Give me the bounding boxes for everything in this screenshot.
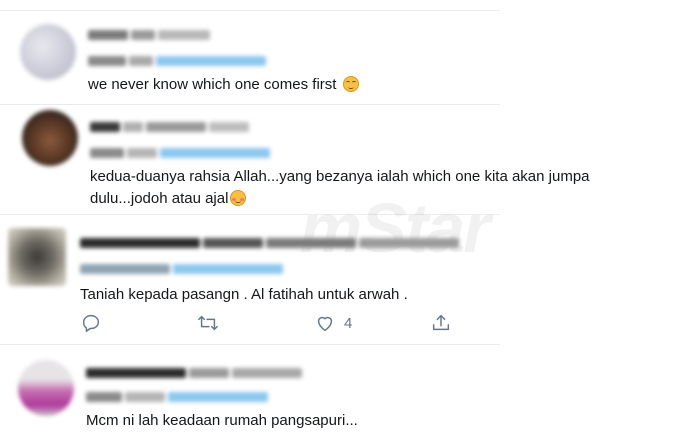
relieved-face-icon xyxy=(342,76,359,92)
replying-to xyxy=(88,52,269,66)
tweet-text: Mcm ni lah keadaan rumah pangsapuri... xyxy=(86,412,358,429)
avatar[interactable] xyxy=(18,360,74,416)
author-name[interactable] xyxy=(86,364,305,378)
heart-icon xyxy=(317,316,333,332)
replying-to xyxy=(80,260,286,274)
avatar[interactable] xyxy=(8,228,66,286)
tweet-text-content: we never know which one comes first xyxy=(88,76,337,93)
replying-to xyxy=(90,144,273,158)
tweet-text-content: dulu...jodoh atau ajal xyxy=(90,190,229,207)
like-button[interactable]: 4 xyxy=(314,312,352,334)
share-button[interactable] xyxy=(430,312,452,334)
reply-tweet[interactable]: we never know which one comes first xyxy=(0,10,680,110)
like-count: 4 xyxy=(344,314,353,332)
smiling-face-icon xyxy=(230,190,247,206)
reply-button[interactable] xyxy=(80,312,102,334)
avatar[interactable] xyxy=(22,110,78,166)
retweet-button[interactable] xyxy=(196,312,220,334)
tweet-text-line: kedua-duanya rahsia Allah...yang bezanya… xyxy=(90,168,590,185)
share-icon xyxy=(432,314,450,331)
reply-tweet[interactable]: Mcm ni lah keadaan rumah pangsapuri... xyxy=(0,344,680,436)
tweet-text: we never know which one comes first xyxy=(88,74,359,95)
tweet-text-line: dulu...jodoh atau ajal xyxy=(90,188,247,209)
author-name[interactable] xyxy=(80,234,462,248)
replying-to xyxy=(86,388,271,402)
retweet-icon xyxy=(198,315,218,331)
reply-icon xyxy=(82,314,100,332)
author-name[interactable] xyxy=(90,118,252,132)
avatar[interactable] xyxy=(20,24,76,80)
tweet-text: Taniah kepada pasangn . Al fatihah untuk… xyxy=(80,286,408,303)
author-name[interactable] xyxy=(88,26,213,40)
reply-tweet[interactable]: kedua-duanya rahsia Allah...yang bezanya… xyxy=(0,104,680,214)
